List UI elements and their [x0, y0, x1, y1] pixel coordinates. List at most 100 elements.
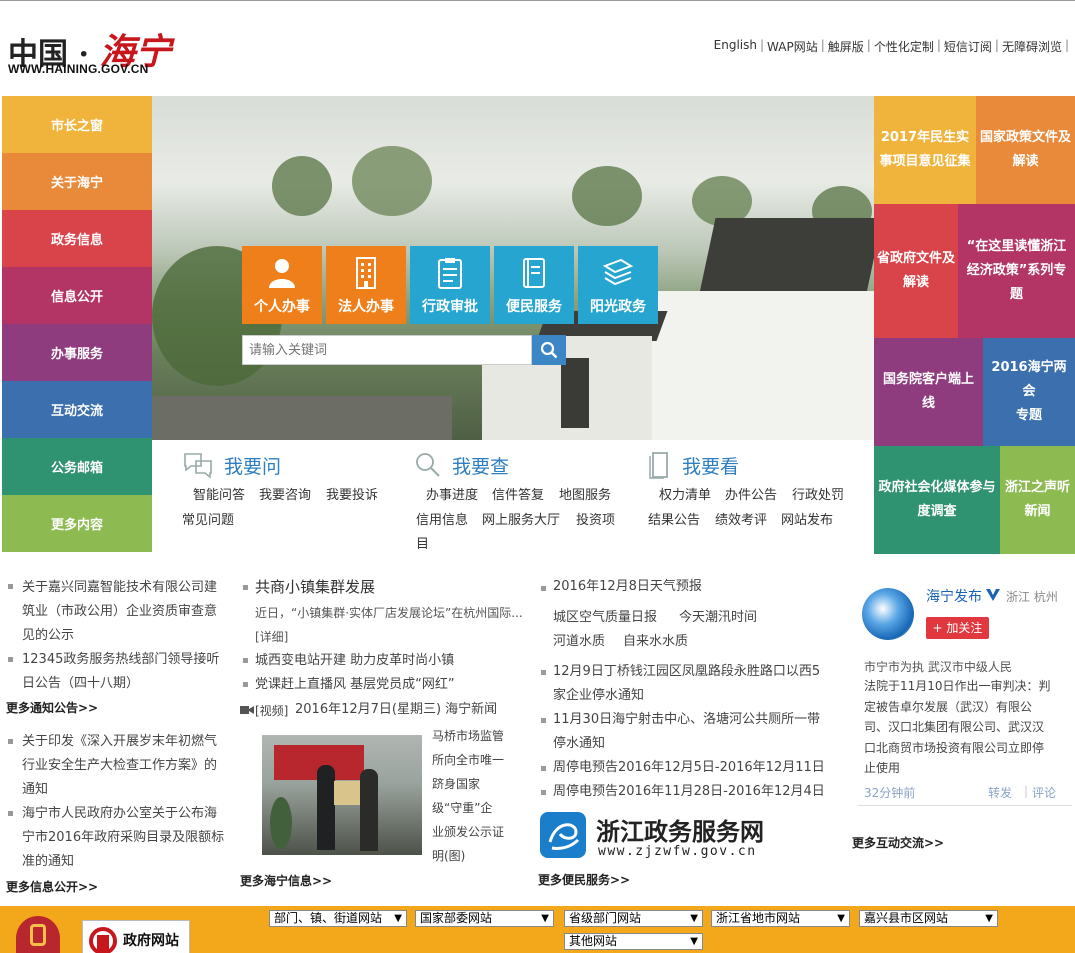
- caption-line: 所向全市唯一: [432, 753, 505, 767]
- search-button[interactable]: [532, 335, 566, 365]
- quick-see-title[interactable]: 我要看: [648, 451, 739, 479]
- air-quality-link[interactable]: 城区空气质量日报: [553, 606, 657, 630]
- service-legal[interactable]: 法人办事: [326, 246, 406, 324]
- link-reply[interactable]: 信件答复: [492, 484, 544, 503]
- select-departments[interactable]: 部门、镇、街道网站 ▼: [269, 910, 407, 927]
- more-haining-link[interactable]: 更多海宁信息>>: [240, 872, 332, 889]
- select-provincial[interactable]: 省级部门网站 ▼: [564, 910, 703, 927]
- tile-radio-news[interactable]: 浙江之声听 新闻: [1000, 446, 1075, 554]
- select-other[interactable]: 其他网站 ▼: [564, 933, 703, 950]
- link-penalty[interactable]: 行政处罚: [792, 484, 844, 503]
- more-notices-link[interactable]: 更多通知公告>>: [6, 699, 98, 716]
- link-service-hall[interactable]: 网上服务大厅: [482, 509, 560, 528]
- nav-more[interactable]: 更多内容: [2, 495, 152, 552]
- quick-check-title[interactable]: 我要查: [414, 451, 509, 479]
- river-water-link[interactable]: 河道水质: [553, 630, 605, 654]
- search-input[interactable]: [243, 336, 531, 364]
- nav-gov-info[interactable]: 政务信息: [2, 210, 152, 267]
- news-line: 停水通知: [553, 736, 606, 751]
- tile-text: 省政府文件及: [876, 251, 955, 266]
- news-line: 11月30日海宁射击中心、洛塘河公共厕所一带: [553, 712, 821, 727]
- bullet: [541, 718, 546, 723]
- select-cities[interactable]: 浙江省地市网站 ▼: [711, 910, 850, 927]
- weather-link[interactable]: 2016年12月8日天气预报: [553, 575, 702, 599]
- zjzwfw-banner[interactable]: 浙江政务服务网 www.zjzwfw.gov.cn: [538, 810, 788, 860]
- link-invest[interactable]: 投资项: [576, 509, 615, 528]
- link-power-list[interactable]: 权力清单: [659, 484, 711, 503]
- link-accessible[interactable]: 无障碍浏览: [999, 38, 1065, 55]
- link-performance[interactable]: 绩效考评: [715, 509, 767, 528]
- more-info-link[interactable]: 更多信息公开>>: [6, 878, 98, 895]
- info-item[interactable]: 海宁市人民政府办公室关于公布海 宁市2016年政府采购目录及限额标 准的通知: [22, 802, 237, 874]
- link-result[interactable]: 结果公告: [648, 509, 700, 528]
- more-convenience-link[interactable]: 更多便民服务>>: [538, 871, 630, 888]
- chevron-down-icon: ▼: [690, 936, 698, 947]
- nav-mail[interactable]: 公务邮箱: [2, 438, 152, 495]
- weibo-avatar[interactable]: [862, 588, 914, 640]
- link-touch[interactable]: 触屏版: [825, 38, 867, 55]
- tile-text: 度调查: [917, 504, 957, 519]
- service-sunshine[interactable]: 阳光政务: [578, 246, 658, 324]
- nav-services[interactable]: 办事服务: [2, 324, 152, 381]
- news-item[interactable]: 党课赶上直播风 基层党员成“网红”: [255, 673, 455, 697]
- link-sms[interactable]: 短信订阅: [941, 38, 995, 55]
- link-invest-cont[interactable]: 目: [416, 533, 429, 552]
- more-interaction-link[interactable]: 更多互动交流>>: [852, 834, 944, 851]
- tile-livelihood[interactable]: 2017年民生实 事项目意见征集: [874, 96, 976, 204]
- notice-item[interactable]: 12345政务服务热线部门领导接听 日公告（四十八期）: [22, 648, 237, 696]
- select-ministries[interactable]: 国家部委网站 ▼: [415, 910, 554, 927]
- tile-state-council-app[interactable]: 国务院客户端上线: [874, 338, 983, 446]
- photo-caption[interactable]: 马桥市场监管 所向全市唯一 跻身国家 级“守重”企 业颁发公示证 明(图): [432, 724, 504, 868]
- news-item[interactable]: 城西变电站开建 助力皮革时尚小镇: [255, 649, 454, 673]
- link-custom[interactable]: 个性化定制: [871, 38, 937, 55]
- nav-disclosure[interactable]: 信息公开: [2, 267, 152, 324]
- detail-link[interactable]: [详细]: [255, 625, 288, 649]
- comment-link[interactable]: 评论: [1032, 784, 1056, 801]
- info-item[interactable]: 关于印发《深入开展岁末年初燃气 行业安全生产大检查工作方案》的 通知: [22, 730, 237, 802]
- chat-bubbles-icon: [184, 453, 212, 479]
- weibo-name[interactable]: 海宁发布: [926, 586, 982, 606]
- link-consult[interactable]: 我要咨询: [259, 484, 311, 503]
- nav-mayor[interactable]: 市长之窗: [2, 96, 152, 153]
- weibo-time[interactable]: 32分钟前: [864, 784, 915, 801]
- quick-ask-title[interactable]: 我要问: [182, 451, 281, 479]
- tide-link[interactable]: 今天潮汛时间: [679, 606, 757, 630]
- select-jiaxing[interactable]: 嘉兴县市区网站 ▼: [859, 910, 998, 927]
- link-progress[interactable]: 办事进度: [426, 484, 478, 503]
- service-approval[interactable]: 行政审批: [410, 246, 490, 324]
- follow-button[interactable]: + 加关注: [926, 617, 989, 639]
- tile-national-policy[interactable]: 国家政策文件及 解读: [976, 96, 1075, 204]
- notice-item[interactable]: 12月9日丁桥钱江园区凤凰路段永胜路口以西5 家企业停水通知: [553, 660, 853, 708]
- headline-link[interactable]: 共商小镇集群发展: [255, 575, 375, 599]
- link-site-publish[interactable]: 网站发布: [781, 509, 833, 528]
- weibo-post[interactable]: 法院于11月10日作出一审判决：判 定被告卓尔发展（武汉）有限公 司、汉口北集团…: [864, 676, 1069, 779]
- link-wap[interactable]: WAP网站: [764, 38, 821, 55]
- service-personal[interactable]: 个人办事: [242, 246, 322, 324]
- notice-item[interactable]: 关于嘉兴同嘉智能技术有限公司建 筑业（市政公用）企业资质审查意 见的公示: [22, 576, 237, 648]
- link-smart-qa[interactable]: 智能问答: [193, 484, 245, 503]
- tile-text: 线: [921, 396, 935, 411]
- news-photo[interactable]: [262, 735, 422, 855]
- service-convenience[interactable]: 便民服务: [494, 246, 574, 324]
- notice-item[interactable]: 11月30日海宁射击中心、洛塘河公共厕所一带 停水通知: [553, 708, 853, 756]
- tile-media-survey[interactable]: 政府社会化媒体参与 度调查: [874, 446, 1000, 554]
- gov-site-badge[interactable]: 政府网站: [82, 920, 190, 953]
- repost-link[interactable]: 转发: [988, 784, 1012, 801]
- link-faq[interactable]: 常见问题: [182, 509, 234, 528]
- service-label: 行政审批: [422, 299, 478, 315]
- notice-item[interactable]: 周停电预告2016年12月5日-2016年12月11日: [553, 756, 825, 780]
- link-complain[interactable]: 我要投诉: [326, 484, 378, 503]
- logo-url: WWW.HAINING.GOV.CN: [8, 62, 149, 76]
- link-case-notice[interactable]: 办件公告: [725, 484, 777, 503]
- video-news-link[interactable]: 2016年12月7日(星期三) 海宁新闻: [295, 698, 497, 722]
- link-english[interactable]: English: [711, 38, 760, 55]
- link-credit[interactable]: 信用信息: [416, 509, 468, 528]
- tap-water-link[interactable]: 自来水水质: [623, 630, 688, 654]
- tile-province-docs[interactable]: 省政府文件及 解读: [874, 204, 958, 338]
- nav-about[interactable]: 关于海宁: [2, 153, 152, 210]
- nav-interaction[interactable]: 互动交流: [2, 381, 152, 438]
- tile-zhejiang-economy[interactable]: “在这里读懂浙江 经济政策”系列专题: [958, 204, 1075, 338]
- tile-two-sessions[interactable]: 2016海宁两会 专题: [983, 338, 1075, 446]
- notice-item[interactable]: 周停电预告2016年11月28日-2016年12月4日: [553, 780, 825, 804]
- link-map[interactable]: 地图服务: [559, 484, 611, 503]
